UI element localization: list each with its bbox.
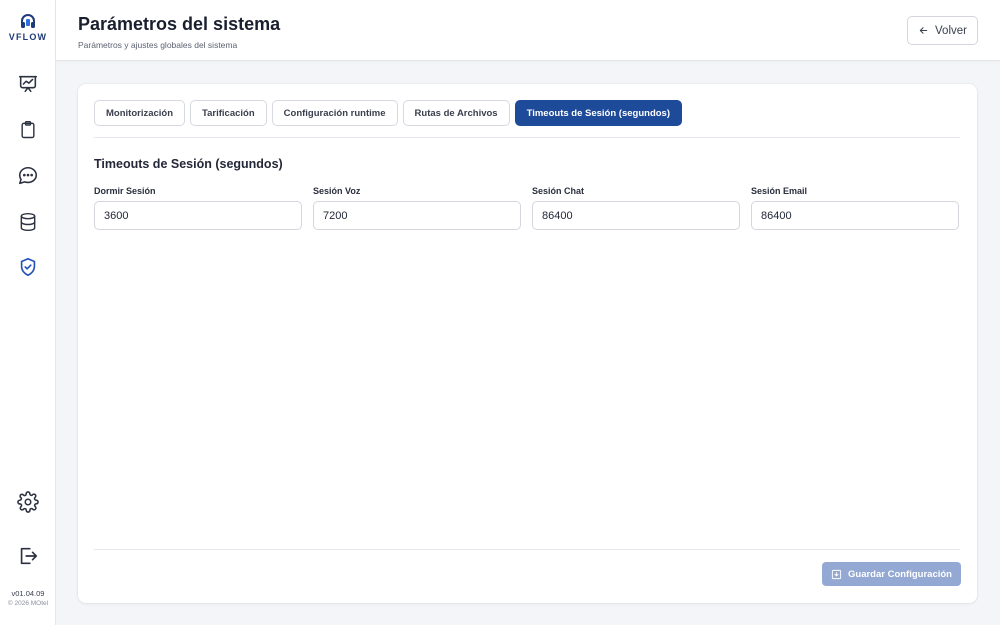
- gear-icon: [17, 491, 39, 513]
- tab-tarificacion[interactable]: Tarificación: [190, 100, 267, 126]
- copyright-text: © 2026 MOtel: [7, 600, 49, 607]
- page-header: Parámetros del sistema Parámetros y ajus…: [56, 0, 1000, 61]
- field-label: Dormir Sesión: [94, 186, 156, 196]
- sidebar-item-tasks[interactable]: [16, 118, 40, 142]
- sesion-voz-input[interactable]: [313, 201, 521, 230]
- field-label: Sesión Chat: [532, 186, 585, 196]
- settings-card: Monitorización Tarificación Configuració…: [78, 84, 977, 603]
- settings-tabs: Monitorización Tarificación Configuració…: [94, 100, 682, 126]
- shield-check-icon: [20, 257, 36, 277]
- save-config-button[interactable]: Guardar Configuración: [822, 562, 961, 586]
- sidebar-item-system[interactable]: [16, 255, 40, 279]
- field-label: Sesión Voz: [313, 186, 361, 196]
- back-button-label: Volver: [935, 24, 967, 37]
- field-sesion-voz: Sesión Voz: [313, 186, 521, 230]
- presentation-chart-icon: [18, 75, 38, 93]
- field-sesion-email: Sesión Email: [751, 186, 959, 230]
- field-sesion-chat: Sesión Chat: [532, 186, 740, 230]
- field-label: Sesión Email: [751, 186, 808, 196]
- sidebar: VFLOW v01.04.09 © 2026 MOtel: [0, 0, 56, 625]
- tab-rutas-archivos[interactable]: Rutas de Archivos: [402, 100, 510, 126]
- section-title: Timeouts de Sesión (segundos): [94, 157, 283, 171]
- tab-monitorizacion[interactable]: Monitorización: [94, 100, 186, 126]
- sidebar-item-settings[interactable]: [16, 490, 40, 514]
- field-dormir-sesion: Dormir Sesión: [94, 186, 302, 230]
- sidebar-item-dashboard[interactable]: [16, 72, 40, 96]
- logo-text: VFLOW: [8, 32, 48, 42]
- sesion-email-input[interactable]: [751, 201, 959, 230]
- database-icon: [20, 212, 36, 232]
- back-button[interactable]: Volver: [907, 16, 978, 45]
- tabs-divider: [94, 137, 960, 138]
- vflow-logo[interactable]: VFLOW: [0, 14, 56, 42]
- sesion-chat-input[interactable]: [532, 201, 740, 230]
- dormir-sesion-input[interactable]: [94, 201, 302, 230]
- version-number: v01.04.09: [11, 589, 45, 598]
- chat-bubble-icon: [18, 166, 38, 185]
- logout-icon: [20, 547, 38, 565]
- page-subtitle: Parámetros y ajustes globales del sistem…: [78, 40, 238, 50]
- save-download-icon: [831, 569, 842, 579]
- page-title: Parámetros del sistema: [78, 14, 281, 34]
- arrow-left-icon: [919, 27, 928, 34]
- tab-configuracion-runtime[interactable]: Configuración runtime: [271, 100, 398, 126]
- tab-timeouts-sesion[interactable]: Timeouts de Sesión (segundos): [514, 100, 682, 126]
- sidebar-item-database[interactable]: [16, 210, 40, 234]
- headset-logo-icon: [21, 14, 35, 28]
- clipboard-icon: [21, 120, 35, 139]
- footer-divider: [94, 549, 960, 550]
- save-button-label: Guardar Configuración: [848, 568, 952, 580]
- app-version: v01.04.09 © 2026 MOtel: [0, 589, 56, 609]
- sidebar-item-chat[interactable]: [16, 164, 40, 188]
- sidebar-item-logout[interactable]: [16, 544, 40, 568]
